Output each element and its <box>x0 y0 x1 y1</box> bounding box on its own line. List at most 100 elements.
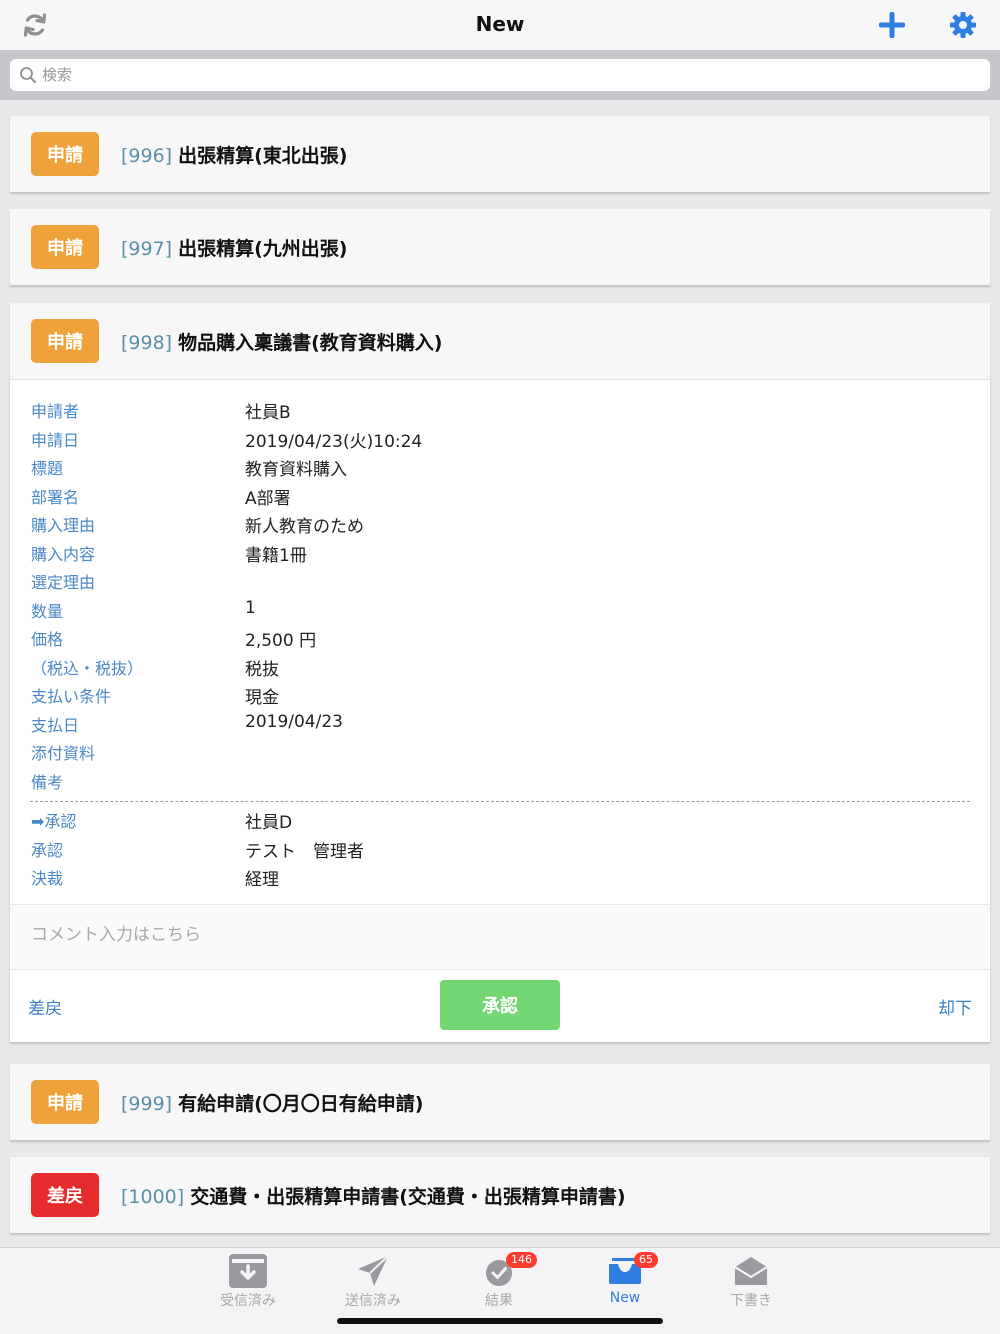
field-label: 標題 <box>31 459 64 478</box>
field-value: 税抜 <box>245 659 279 680</box>
return-button[interactable]: 差戻 <box>28 994 62 1019</box>
request-title: 物品購入稟議書(教育資料購入) <box>178 332 443 354</box>
field-value: 新人教育のため <box>245 517 364 537</box>
request-title: 出張精算(九州出張) <box>178 238 348 260</box>
nav-bar: New <box>0 0 1000 50</box>
detail-row: 支払日 2019/04/23 <box>10 712 990 741</box>
detail-row: 選定理由 <box>10 569 990 598</box>
search-bar <box>0 50 1000 100</box>
field-value: 2,500 円 <box>245 631 317 651</box>
detail-row: 価格 2,500 円 <box>10 626 990 655</box>
request-number: [1000] <box>121 1186 185 1208</box>
status-badge: 差戻 <box>31 1173 99 1217</box>
field-label: 添付資料 <box>31 744 96 763</box>
status-badge: 申請 <box>31 225 99 269</box>
field-value: A部署 <box>245 488 291 509</box>
tab-received[interactable]: 受信済み <box>193 1252 303 1314</box>
tray-icon: 65 <box>570 1252 680 1290</box>
page-title: New <box>475 12 525 36</box>
search-box[interactable] <box>10 59 990 91</box>
approval-route-row: 決裁 経理 <box>10 865 990 894</box>
comment-input[interactable] <box>31 924 931 945</box>
home-indicator[interactable] <box>337 1318 663 1324</box>
tab-sent[interactable]: 送信済み <box>318 1252 428 1314</box>
action-bar: 差戻 承認 却下 <box>10 970 990 1042</box>
field-label: 選定理由 <box>31 573 96 592</box>
card-title: [997] 出張精算(九州出張) <box>121 234 347 261</box>
request-card-998: 申請 [998] 物品購入稟議書(教育資料購入) 申請者 社員B 申請日 2019/0… <box>10 303 990 1042</box>
route-label-current: ➡承認 <box>31 812 77 831</box>
paper-plane-icon <box>318 1252 428 1290</box>
route-value: 社員D <box>245 813 293 833</box>
search-input[interactable] <box>42 63 972 87</box>
envelope-open-icon <box>696 1252 806 1290</box>
dashed-divider <box>30 801 970 802</box>
request-title: 交通費・出張精算申請書(交通費・出張精算申請書) <box>190 1186 626 1208</box>
inbox-download-icon <box>193 1252 303 1290</box>
detail-row: 申請日 2019/04/23(火)10:24 <box>10 427 990 456</box>
approval-route-row: ➡承認 社員D <box>10 808 990 837</box>
request-title: 出張精算(東北出張) <box>178 145 348 167</box>
card-title: [1000] 交通費・出張精算申請書(交通費・出張精算申請書) <box>121 1182 626 1209</box>
detail-row: 申請者 社員B <box>10 398 990 427</box>
tab-drafts[interactable]: 下書き <box>696 1252 806 1314</box>
detail-row: 備考 <box>10 769 990 798</box>
tab-result[interactable]: 146 結果 <box>444 1252 554 1314</box>
request-card-999[interactable]: 申請 [999] 有給申請(〇月〇日有給申請) <box>10 1064 990 1140</box>
request-card-1000[interactable]: 差戻 [1000] 交通費・出張精算申請書(交通費・出張精算申請書) <box>10 1157 990 1233</box>
detail-row: 数量 1 <box>10 598 990 627</box>
card-title: [999] 有給申請(〇月〇日有給申請) <box>121 1089 423 1116</box>
card-header[interactable]: 差戻 [1000] 交通費・出張精算申請書(交通費・出張精算申請書) <box>10 1157 990 1233</box>
request-detail: 申請者 社員B 申請日 2019/04/23(火)10:24 標題 教育資料購入 部署… <box>10 379 990 1042</box>
checkmark-circle-icon: 146 <box>444 1252 554 1290</box>
route-value: テスト 管理者 <box>245 841 364 862</box>
card-header[interactable]: 申請 [997] 出張精算(九州出張) <box>10 209 990 285</box>
request-number: [996] <box>121 145 173 167</box>
field-value: 教育資料購入 <box>245 460 347 480</box>
tab-label: New <box>609 1290 641 1306</box>
field-value: 1 <box>245 597 256 618</box>
field-label: 価格 <box>31 630 64 649</box>
detail-row: 標題 教育資料購入 <box>10 455 990 484</box>
field-label: 部署名 <box>31 487 80 507</box>
detail-row: 部署名 A部署 <box>10 484 990 513</box>
request-number: [999] <box>121 1093 173 1115</box>
card-header[interactable]: 申請 [996] 出張精算(東北出張) <box>10 116 990 192</box>
detail-row: 支払い条件 現金 <box>10 683 990 712</box>
status-badge: 申請 <box>31 132 99 176</box>
field-label: 数量 <box>31 601 64 621</box>
field-value: 書籍1冊 <box>245 545 307 566</box>
field-label: 支払い条件 <box>31 687 112 706</box>
field-label: 支払日 <box>31 715 80 735</box>
request-card-996[interactable]: 申請 [996] 出張精算(東北出張) <box>10 116 990 192</box>
plus-icon[interactable] <box>877 10 907 40</box>
search-icon <box>19 66 37 88</box>
tab-label: 下書き <box>730 1293 772 1309</box>
field-value: 2019/04/23(火)10:24 <box>245 431 423 452</box>
tab-new[interactable]: 65 New <box>570 1252 680 1314</box>
reject-button[interactable]: 却下 <box>938 994 972 1019</box>
approval-route-row: 承認 テスト 管理者 <box>10 837 990 866</box>
request-title: 有給申請(〇月〇日有給申請) <box>178 1093 424 1115</box>
field-label: （税込・税抜） <box>31 658 144 678</box>
comment-area <box>10 903 990 970</box>
route-value: 経理 <box>245 870 279 890</box>
notification-badge: 146 <box>506 1252 537 1268</box>
tab-label: 受信済み <box>220 1293 276 1309</box>
field-label: 購入内容 <box>31 544 96 564</box>
card-header[interactable]: 申請 [998] 物品購入稟議書(教育資料購入) <box>10 303 990 379</box>
request-card-997[interactable]: 申請 [997] 出張精算(九州出張) <box>10 209 990 285</box>
route-label: 承認 <box>31 840 64 860</box>
field-value: 2019/04/23 <box>245 711 343 732</box>
field-value: 現金 <box>245 688 279 708</box>
detail-row: （税込・税抜） 税抜 <box>10 655 990 684</box>
detail-row: 添付資料 <box>10 740 990 769</box>
detail-row: 購入理由 新人教育のため <box>10 512 990 541</box>
field-value: 社員B <box>245 403 291 423</box>
tab-label: 送信済み <box>345 1293 401 1309</box>
card-header[interactable]: 申請 [999] 有給申請(〇月〇日有給申請) <box>10 1064 990 1140</box>
gear-icon[interactable] <box>948 10 978 40</box>
approve-button[interactable]: 承認 <box>440 979 560 1030</box>
tab-label: 結果 <box>485 1293 513 1309</box>
card-title: [998] 物品購入稟議書(教育資料購入) <box>121 328 442 355</box>
